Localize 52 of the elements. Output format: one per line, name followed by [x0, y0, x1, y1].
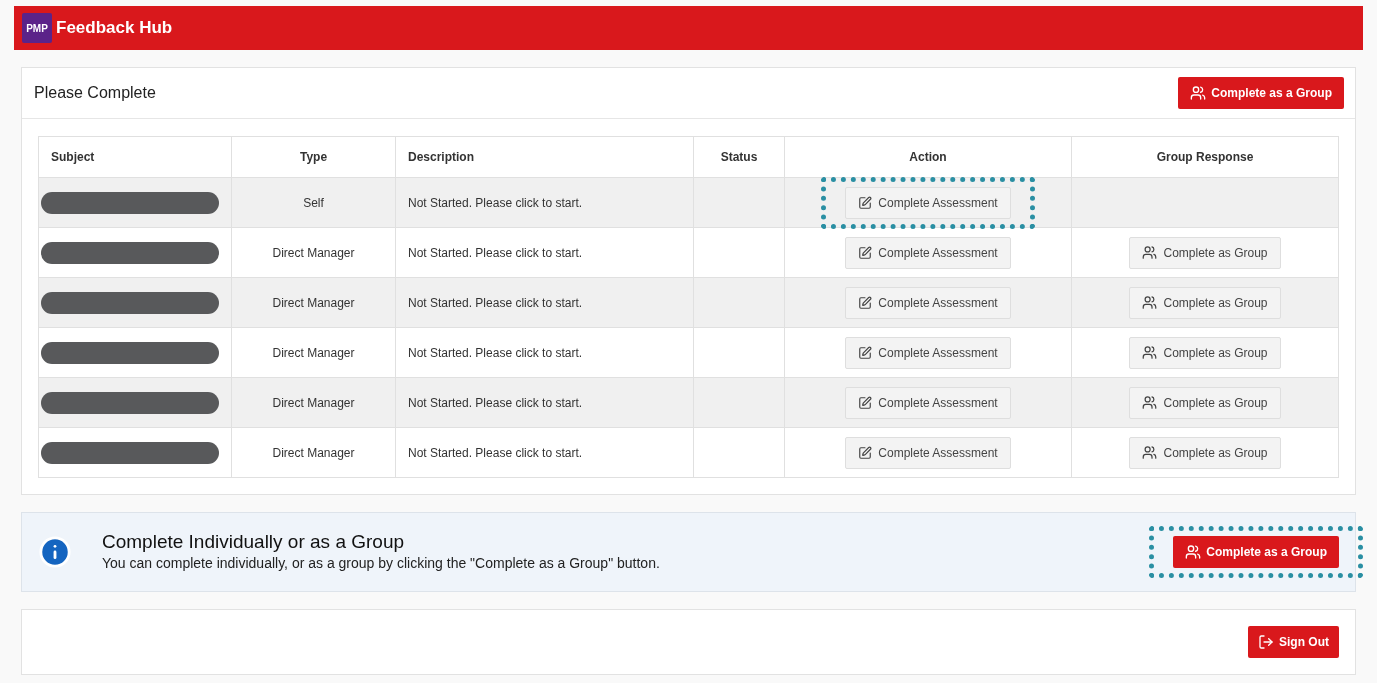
- column-header: Subject: [51, 150, 95, 164]
- table-cell: Not Started. Please click to start.: [408, 195, 583, 210]
- users-icon: [1142, 295, 1158, 310]
- complete-as-group-button[interactable]: Complete as a Group: [1173, 536, 1339, 568]
- table-cell: Not Started. Please click to start.: [408, 345, 583, 360]
- edit-icon: [858, 295, 873, 310]
- complete-assessment-button[interactable]: Complete Assessment: [845, 186, 1011, 219]
- complete-as-group-button[interactable]: Complete as Group: [1129, 236, 1281, 269]
- info-title: Complete Individually or as a Group: [102, 529, 406, 554]
- complete-as-group-button[interactable]: Complete as Group: [1129, 436, 1281, 469]
- sign-out-button[interactable]: Sign Out: [1248, 626, 1339, 658]
- users-icon: [1142, 445, 1158, 460]
- sign-out-icon: [1258, 634, 1274, 650]
- app-logo: PMP: [22, 13, 52, 43]
- table-cell: Direct Manager: [272, 245, 355, 260]
- app-title: Feedback Hub: [56, 17, 173, 40]
- edit-icon: [858, 245, 873, 260]
- column-header: Group Response: [1156, 150, 1254, 164]
- table-cell: Direct Manager: [272, 345, 355, 360]
- complete-as-group-button[interactable]: Complete as a Group: [1178, 77, 1344, 109]
- column-header: Description: [408, 150, 474, 164]
- complete-assessment-button[interactable]: Complete Assessment: [845, 286, 1011, 319]
- users-icon: [1190, 85, 1207, 101]
- table-cell: Self: [303, 195, 324, 210]
- table-cell: Direct Manager: [272, 445, 355, 460]
- table-cell: Not Started. Please click to start.: [408, 295, 583, 310]
- column-header: Action: [909, 150, 947, 164]
- column-header: Status: [720, 150, 758, 164]
- complete-as-group-button[interactable]: Complete as Group: [1129, 286, 1281, 319]
- users-icon: [1185, 544, 1202, 560]
- complete-assessment-button[interactable]: Complete Assessment: [845, 436, 1011, 469]
- card-title: Please Complete: [34, 83, 156, 103]
- complete-assessment-button[interactable]: Complete Assessment: [845, 386, 1011, 419]
- users-icon: [1142, 245, 1158, 260]
- table-cell: Not Started. Please click to start.: [408, 245, 583, 260]
- edit-icon: [858, 345, 873, 360]
- info-icon: [38, 535, 72, 569]
- table-cell: Direct Manager: [272, 395, 355, 410]
- column-header: Type: [299, 150, 328, 164]
- table-cell: Direct Manager: [272, 295, 355, 310]
- edit-icon: [858, 445, 873, 460]
- edit-icon: [858, 395, 873, 410]
- complete-assessment-button[interactable]: Complete Assessment: [845, 336, 1011, 369]
- complete-as-group-button[interactable]: Complete as Group: [1129, 336, 1281, 369]
- users-icon: [1142, 395, 1158, 410]
- table-cell: Not Started. Please click to start.: [408, 395, 583, 410]
- users-icon: [1142, 345, 1158, 360]
- edit-icon: [858, 195, 873, 210]
- info-text: You can complete individually, or as a group by clicking the "Complete as a Group" button.: [102, 554, 661, 574]
- complete-assessment-button[interactable]: Complete Assessment: [845, 236, 1011, 269]
- complete-as-group-button[interactable]: Complete as Group: [1129, 386, 1281, 419]
- table-cell: Not Started. Please click to start.: [408, 445, 583, 460]
